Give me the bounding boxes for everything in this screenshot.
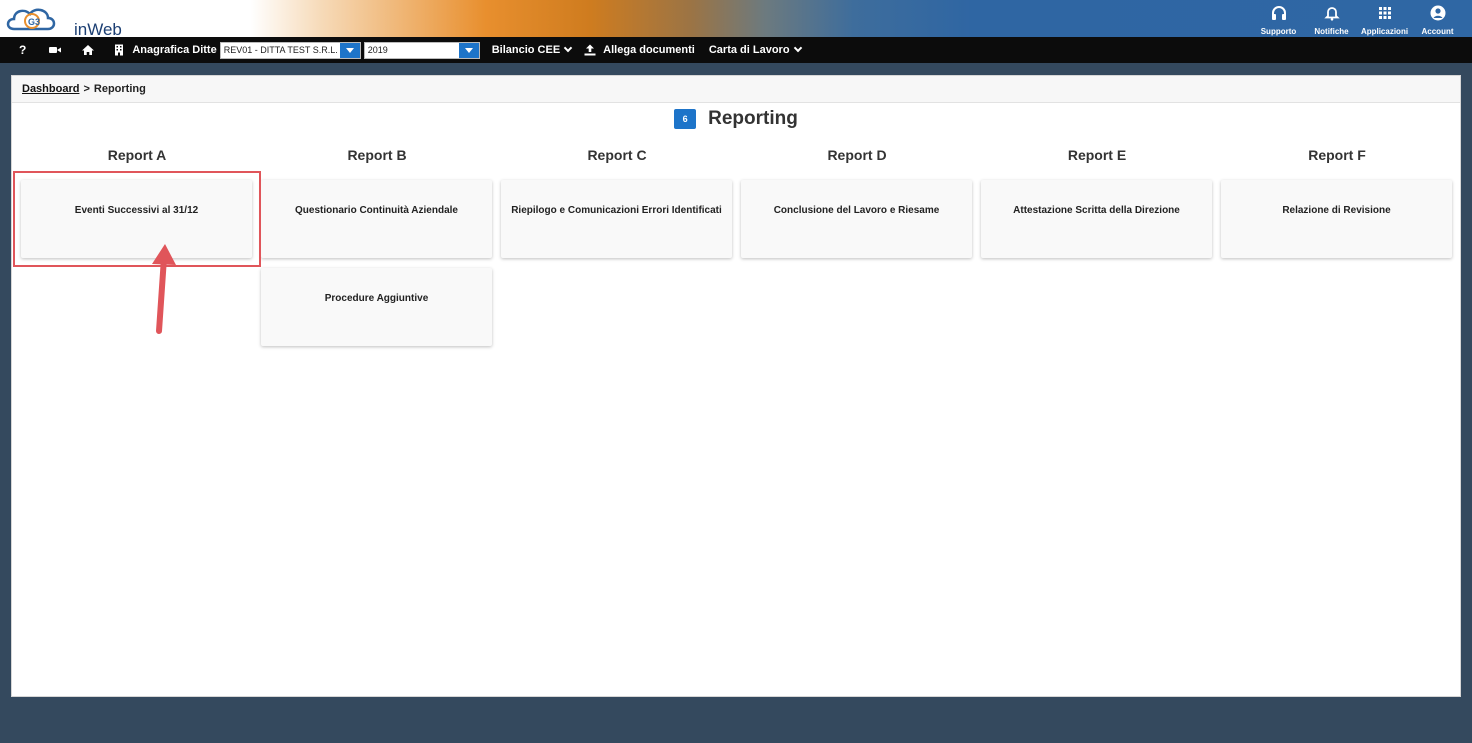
card-attestazione-scritta[interactable]: Attestazione Scritta della Direzione bbox=[981, 180, 1212, 258]
column-header-report-f: Report F bbox=[1308, 147, 1366, 163]
account-button[interactable]: Account bbox=[1411, 2, 1464, 36]
building-icon bbox=[115, 44, 124, 56]
upload-icon bbox=[584, 44, 596, 56]
column-header-report-d: Report D bbox=[827, 147, 887, 163]
account-label: Account bbox=[1421, 27, 1454, 36]
breadcrumb: Dashboard > Reporting bbox=[12, 76, 1460, 103]
video-button[interactable] bbox=[49, 37, 62, 63]
video-camera-icon bbox=[49, 47, 62, 53]
carta-di-lavoro-menu[interactable]: Carta di Lavoro bbox=[708, 37, 802, 63]
bell-icon bbox=[1323, 7, 1340, 21]
top-header: G3 inWeb Supporto Notifiche Applicazioni… bbox=[0, 0, 1472, 39]
chevron-down-icon bbox=[793, 43, 802, 53]
notifications-label: Notifiche bbox=[1314, 27, 1349, 36]
allega-documenti-label: Allega documenti bbox=[603, 44, 695, 56]
applications-label: Applicazioni bbox=[1360, 27, 1409, 36]
column-header-report-c: Report C bbox=[587, 147, 647, 163]
card-relazione-revisione[interactable]: Relazione di Revisione bbox=[1221, 180, 1452, 258]
bilancio-cee-menu[interactable]: Bilancio CEE bbox=[491, 37, 573, 63]
highlight-box bbox=[13, 171, 261, 267]
main-navbar: ? Anagrafica Ditte REV01 - DITTA TEST S.… bbox=[0, 37, 1472, 63]
carta-di-lavoro-label: Carta di Lavoro bbox=[708, 44, 790, 56]
card-procedure-aggiuntive[interactable]: Procedure Aggiuntive bbox=[261, 268, 492, 346]
notifications-button[interactable]: Notifiche bbox=[1305, 2, 1358, 36]
column-header-report-a: Report A bbox=[107, 147, 167, 163]
year-select-dropdown-icon[interactable] bbox=[458, 42, 479, 58]
user-icon bbox=[1430, 5, 1445, 21]
page-heading: 6 Reporting bbox=[12, 108, 1460, 130]
applications-button[interactable]: Applicazioni bbox=[1358, 2, 1411, 36]
home-button[interactable] bbox=[82, 37, 95, 63]
help-button[interactable]: ? bbox=[19, 37, 26, 63]
company-select-value: REV01 - DITTA TEST S.R.L. bbox=[223, 45, 338, 55]
count-badge: 6 bbox=[674, 109, 697, 129]
cloud-logo-icon: G3 bbox=[6, 8, 56, 31]
breadcrumb-dashboard-link[interactable]: Dashboard bbox=[22, 83, 79, 95]
year-select-value: 2019 bbox=[367, 45, 388, 55]
allega-documenti-button[interactable]: Allega documenti bbox=[584, 37, 695, 63]
help-label: ? bbox=[19, 43, 27, 57]
card-conclusione-lavoro[interactable]: Conclusione del Lavoro e Riesame bbox=[741, 180, 972, 258]
bilancio-cee-label: Bilancio CEE bbox=[491, 44, 561, 56]
main-panel: Dashboard > Reporting 6 Reporting Report… bbox=[11, 75, 1461, 697]
company-select[interactable]: REV01 - DITTA TEST S.R.L. bbox=[219, 41, 361, 59]
page-title: Reporting bbox=[708, 108, 798, 129]
breadcrumb-separator: > bbox=[83, 83, 90, 95]
column-header-report-e: Report E bbox=[1067, 147, 1127, 163]
app-logo[interactable]: G3 inWeb bbox=[4, 3, 124, 39]
column-header-report-b: Report B bbox=[347, 147, 407, 163]
support-button[interactable]: Supporto bbox=[1252, 2, 1305, 36]
svg-text:G3: G3 bbox=[28, 17, 40, 27]
grid-icon bbox=[1378, 7, 1391, 19]
support-label: Supporto bbox=[1260, 27, 1297, 36]
headset-icon bbox=[1271, 6, 1286, 20]
card-riepilogo-errori[interactable]: Riepilogo e Comunicazioni Errori Identif… bbox=[501, 180, 732, 258]
year-select[interactable]: 2019 bbox=[363, 41, 480, 59]
company-select-dropdown-icon[interactable] bbox=[339, 42, 360, 58]
breadcrumb-current: Reporting bbox=[93, 83, 146, 95]
home-icon bbox=[82, 45, 95, 55]
card-questionario-continuita[interactable]: Questionario Continuità Aziendale bbox=[261, 180, 492, 258]
anagrafica-ditte-link[interactable]: Anagrafica Ditte bbox=[113, 37, 217, 63]
top-icons: Supporto Notifiche Applicazioni Account bbox=[1252, 2, 1464, 36]
annotation-arrow-icon bbox=[152, 244, 176, 334]
chevron-down-icon bbox=[563, 43, 573, 53]
anagrafica-ditte-label: Anagrafica Ditte bbox=[132, 44, 217, 56]
